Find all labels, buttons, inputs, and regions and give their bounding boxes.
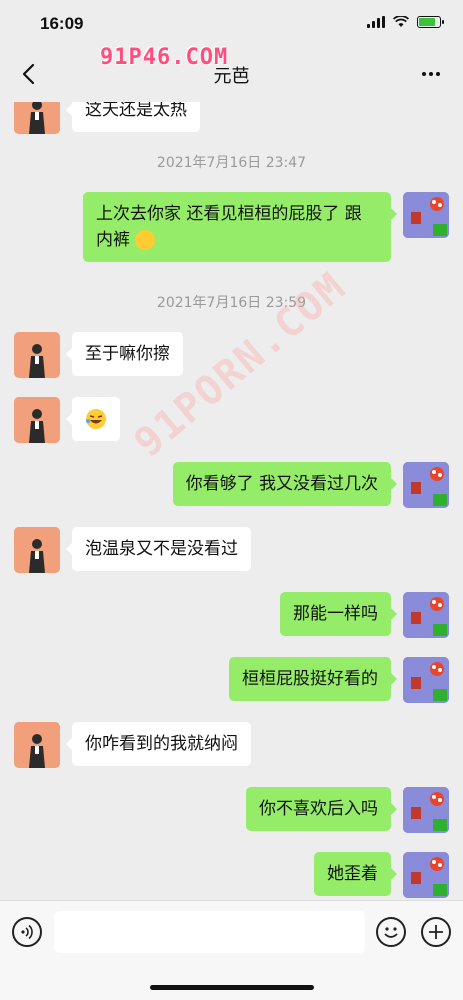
message-bubble-received[interactable] (66, 397, 120, 441)
laughing-crying-emoji-icon (86, 409, 106, 429)
battery-icon (417, 16, 444, 28)
status-time: 16:09 (40, 14, 84, 33)
home-indicator (150, 985, 314, 990)
message-bubble-sent[interactable]: 桓桓屁股挺好看的 (229, 657, 397, 701)
message-timestamp: 2021年7月16日 23:59 (156, 295, 307, 311)
my-avatar[interactable] (403, 192, 449, 238)
input-bar (0, 900, 463, 1000)
emoji-button[interactable] (376, 917, 406, 947)
contact-avatar[interactable] (14, 332, 60, 378)
wink-emoji-icon (135, 230, 156, 250)
contact-avatar[interactable] (14, 102, 60, 134)
voice-input-button[interactable] (12, 917, 42, 947)
contact-avatar[interactable] (14, 527, 60, 573)
voice-icon (21, 924, 33, 940)
message-input[interactable] (54, 911, 365, 953)
my-avatar[interactable] (403, 787, 449, 833)
watermark-logo: 91P46.COM (100, 45, 229, 70)
smiley-icon (384, 927, 398, 938)
contact-avatar[interactable] (14, 397, 60, 443)
message-bubble-sent[interactable]: 你看够了 我又没看过几次 (172, 462, 398, 506)
message-bubble-received[interactable]: 你咋看到的我就纳闷 (66, 722, 251, 766)
status-icons (367, 16, 444, 28)
status-bar: 16:09 (0, 0, 463, 46)
message-bubble-sent[interactable]: 她歪着 (314, 852, 397, 896)
my-avatar[interactable] (403, 657, 449, 703)
contact-avatar[interactable] (14, 722, 60, 768)
message-bubble-sent[interactable]: 你不喜欢后入吗 (246, 787, 397, 831)
more-options-icon[interactable] (417, 60, 445, 88)
chat-messages[interactable]: 这天还是太热 2021年7月16日 23:47 上次去你家 还看见桓桓的屁股了 … (0, 102, 463, 900)
message-timestamp: 2021年7月16日 23:47 (156, 155, 307, 171)
message-bubble-sent[interactable]: 那能一样吗 (280, 592, 397, 636)
my-avatar[interactable] (403, 462, 449, 508)
signal-icon (367, 16, 385, 28)
nav-bar: 元芭 (0, 46, 463, 102)
wifi-icon (393, 16, 409, 27)
message-bubble-received[interactable]: 泡温泉又不是没看过 (66, 527, 251, 571)
chat-title: 元芭 (213, 66, 250, 87)
message-bubble-received[interactable]: 这天还是太热 (66, 102, 200, 132)
more-functions-button[interactable] (421, 917, 451, 947)
message-bubble-received[interactable]: 至于嘛你擦 (66, 332, 183, 376)
my-avatar[interactable] (403, 592, 449, 638)
battery-level (419, 18, 435, 26)
my-avatar[interactable] (403, 852, 449, 898)
plus-icon (429, 925, 443, 939)
message-bubble-sent[interactable]: 上次去你家 还看见桓桓的屁股了 跟内裤 (83, 192, 397, 262)
